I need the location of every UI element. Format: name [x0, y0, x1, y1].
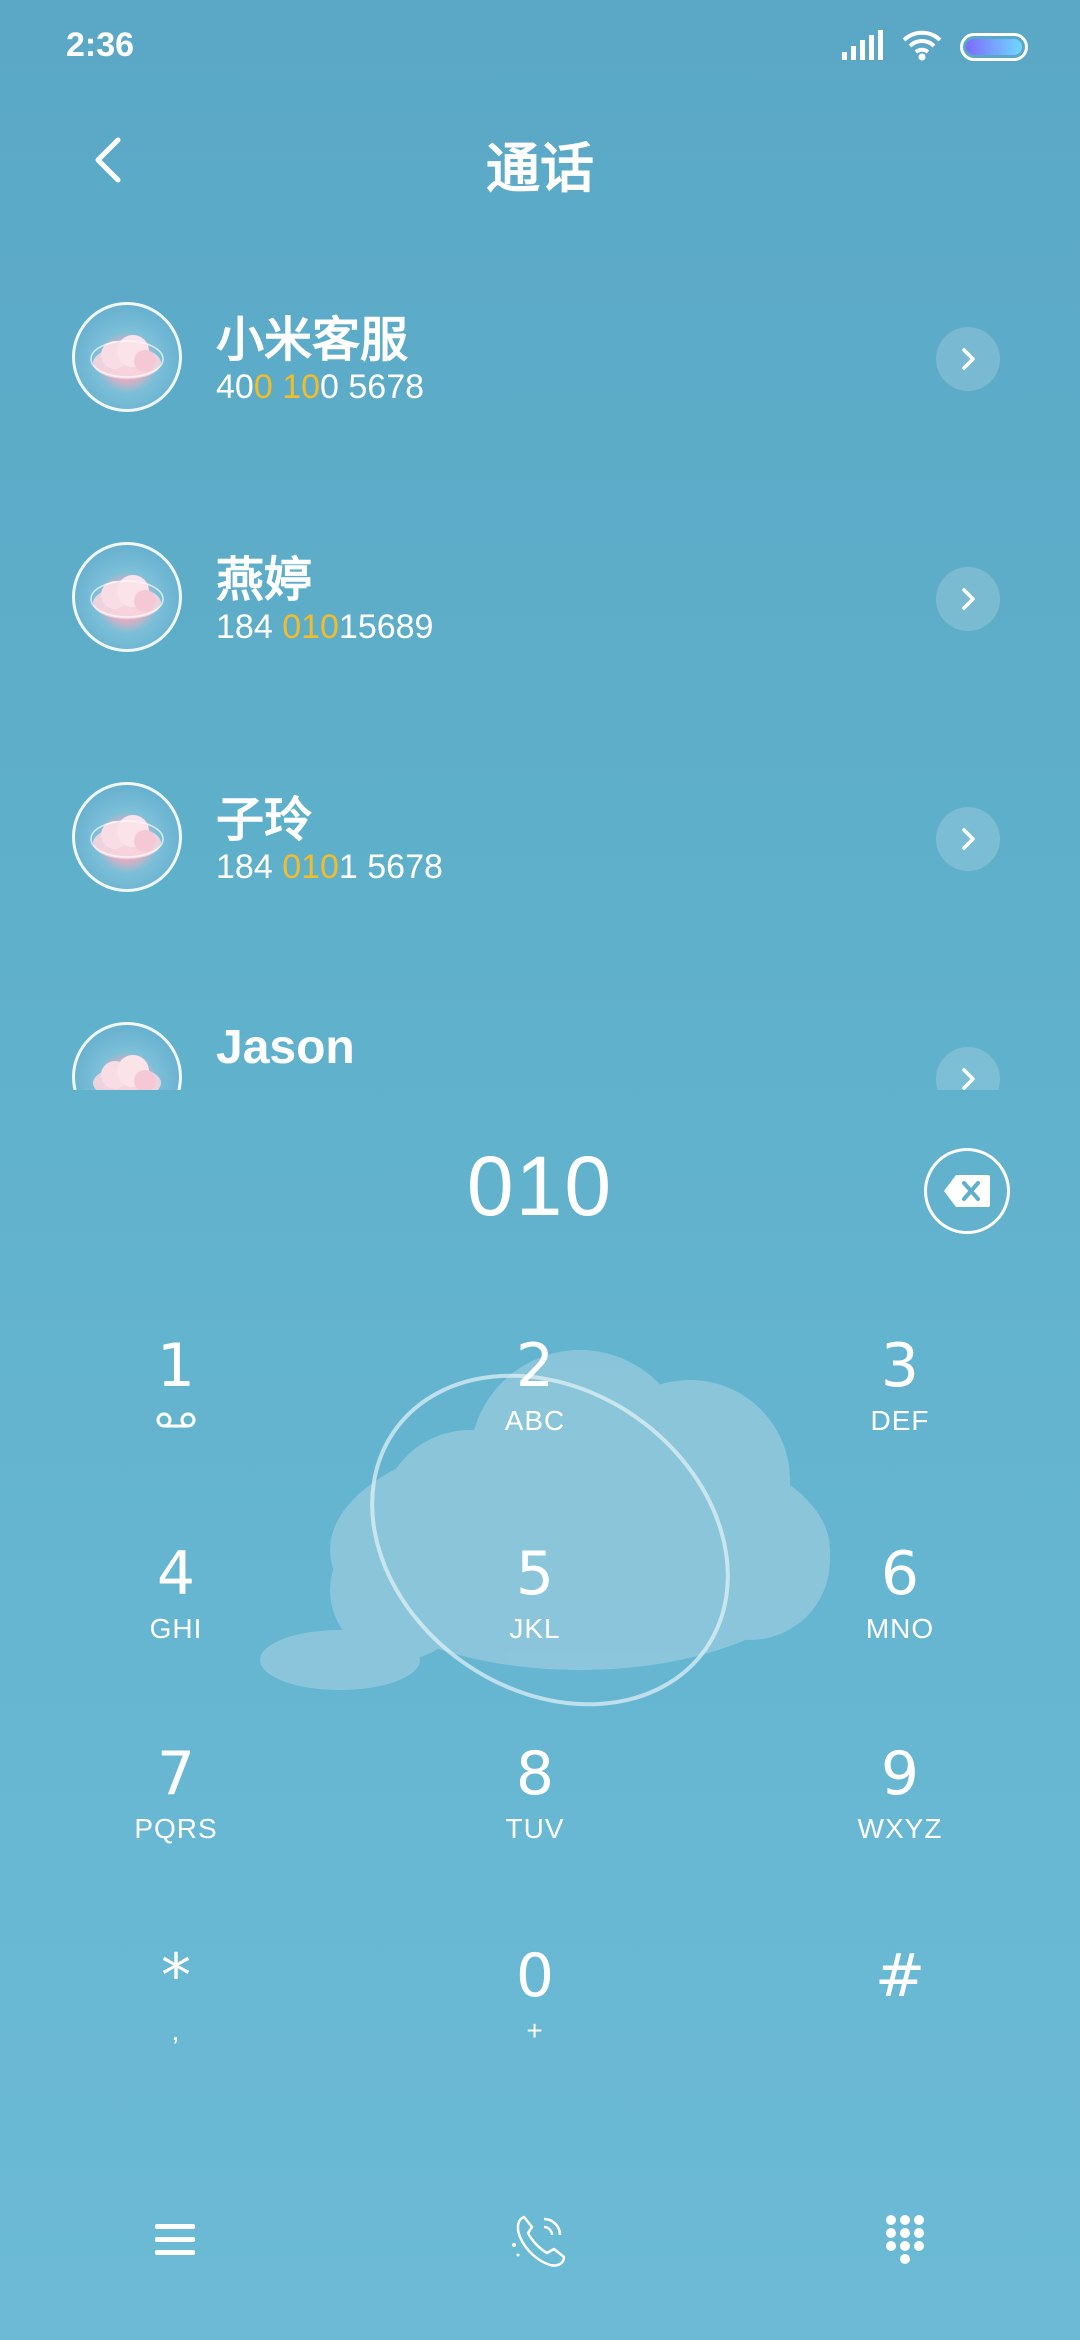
contact-detail-button[interactable]	[936, 327, 1000, 391]
key-digit: 4	[156, 1539, 196, 1609]
number-part: 1 5678	[338, 848, 443, 886]
dial-display: 010	[0, 1120, 1080, 1260]
number-match: 0	[253, 368, 273, 406]
key-letters: JKL	[509, 1613, 561, 1644]
chevron-right-icon	[962, 1068, 975, 1090]
number-part: 184	[216, 848, 283, 886]
key-letters: DEF	[870, 1405, 930, 1436]
contact-name: 小米客服	[216, 314, 409, 367]
key-letters: ,	[171, 2015, 181, 2046]
key-digit: *	[161, 1941, 191, 2011]
key-7[interactable]: 7 PQRS	[66, 1738, 286, 1898]
key-letters: ABC	[504, 1405, 566, 1436]
chevron-right-icon	[962, 588, 975, 610]
contact-number: 400 100 5678	[216, 368, 424, 407]
number-part: 40	[216, 368, 254, 406]
number-part: 0 5678	[320, 368, 425, 406]
key-letters: +	[526, 2015, 544, 2046]
avatar	[72, 302, 182, 412]
contact-detail-button[interactable]	[936, 807, 1000, 871]
contact-row[interactable]: 燕婷 184 01015689	[0, 502, 1080, 702]
contact-row[interactable]: 子玲 184 0101 5678	[0, 742, 1080, 942]
key-9[interactable]: 9 WXYZ	[790, 1738, 1010, 1898]
chevron-right-icon	[962, 828, 975, 850]
contact-row[interactable]: 小米客服 400 100 5678	[0, 262, 1080, 462]
page-title: 通话	[486, 139, 594, 199]
key-digit: 0	[515, 1941, 555, 2011]
number-match: 010	[282, 608, 339, 646]
avatar	[72, 1022, 182, 1090]
status-time: 2:36	[66, 26, 135, 64]
menu-icon	[155, 2224, 195, 2255]
bottom-bar	[0, 2180, 1080, 2300]
key-digit: 9	[880, 1739, 920, 1809]
key-digit: 1	[156, 1331, 196, 1401]
dialpad-toggle-button[interactable]	[855, 2190, 955, 2290]
key-digit: 2	[515, 1331, 555, 1401]
status-bar: 2:36	[0, 0, 1080, 90]
key-digit: 5	[515, 1539, 555, 1609]
header: 通话	[0, 110, 1080, 210]
contact-name: Jason	[216, 1021, 355, 1074]
wifi-icon	[902, 29, 942, 66]
key-letters: MNO	[865, 1613, 935, 1644]
dialpad: 1 2 ABC 3 DEF 4 GHI 5 JKL 6 MNO 7 PQRS 8…	[0, 1330, 1080, 2130]
key-0[interactable]: 0 +	[425, 1940, 645, 2100]
number-part: 15689	[338, 608, 434, 646]
key-1[interactable]: 1	[66, 1330, 286, 1490]
key-5[interactable]: 5 JKL	[425, 1538, 645, 1698]
status-icons	[842, 29, 1028, 66]
key-hash[interactable]: #	[790, 1940, 1010, 2100]
contact-row[interactable]: Jason	[0, 982, 1080, 1090]
key-digit: #	[874, 1941, 926, 2011]
phone-call-icon	[512, 2215, 566, 2267]
avatar	[72, 542, 182, 652]
signal-icon	[842, 29, 884, 65]
dial-input[interactable]: 010	[0, 1138, 1080, 1235]
number-part	[273, 368, 282, 406]
key-6[interactable]: 6 MNO	[790, 1538, 1010, 1698]
menu-button[interactable]	[125, 2190, 225, 2290]
contact-detail-button[interactable]	[936, 567, 1000, 631]
key-4[interactable]: 4 GHI	[66, 1538, 286, 1698]
number-match: 10	[282, 368, 321, 406]
contact-name: 子玲	[216, 794, 313, 847]
avatar	[72, 782, 182, 892]
key-letters: PQRS	[134, 1813, 218, 1844]
key-2[interactable]: 2 ABC	[425, 1330, 645, 1490]
call-button[interactable]	[489, 2190, 589, 2290]
backspace-button[interactable]	[924, 1148, 1010, 1234]
battery-icon	[960, 33, 1028, 61]
key-3[interactable]: 3 DEF	[790, 1330, 1010, 1490]
key-digit: 8	[515, 1739, 555, 1809]
contact-number: 184 0101 5678	[216, 848, 443, 887]
key-digit: 3	[880, 1331, 920, 1401]
key-star[interactable]: * ,	[66, 1940, 286, 2100]
number-match: 010	[282, 848, 339, 886]
key-letters: GHI	[149, 1613, 203, 1644]
key-8[interactable]: 8 TUV	[425, 1738, 645, 1898]
key-letters: TUV	[505, 1813, 565, 1844]
dialpad-icon	[886, 2215, 924, 2264]
contact-list: 小米客服 400 100 5678 燕婷 184 01015689 子玲 184…	[0, 262, 1080, 1090]
contact-detail-button[interactable]	[936, 1047, 1000, 1090]
key-letters: WXYZ	[857, 1813, 943, 1844]
key-digit: 6	[880, 1539, 920, 1609]
chevron-right-icon	[962, 348, 975, 370]
voicemail-icon	[66, 1404, 286, 1438]
number-part: 184	[216, 608, 283, 646]
key-digit: 7	[156, 1739, 196, 1809]
backspace-icon	[944, 1175, 990, 1207]
contact-name: 燕婷	[216, 554, 313, 607]
contact-number: 184 01015689	[216, 608, 433, 647]
